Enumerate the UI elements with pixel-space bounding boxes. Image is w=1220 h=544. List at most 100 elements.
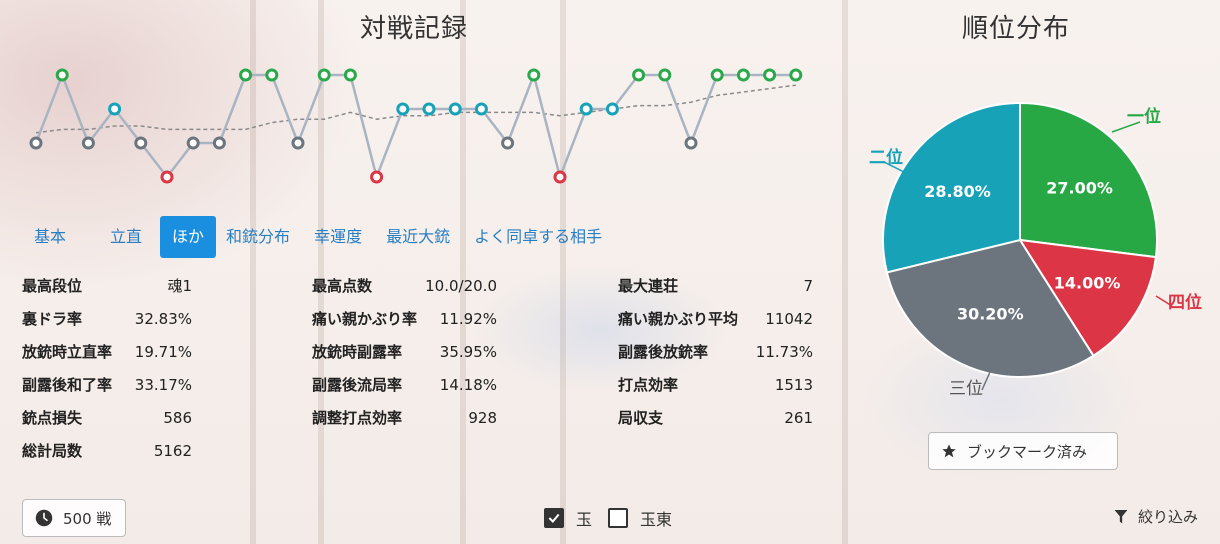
rank-point[interactable]	[186, 136, 200, 150]
pie-category-label: 二位	[869, 147, 903, 168]
rank-point[interactable]	[317, 68, 331, 82]
rank-point[interactable]	[108, 102, 122, 116]
rank-point[interactable]	[212, 136, 226, 150]
rank-point[interactable]	[579, 102, 593, 116]
stat-key: 副露後和了率	[22, 376, 113, 394]
rank-point[interactable]	[55, 68, 69, 82]
rank-point[interactable]	[370, 170, 384, 184]
stat-key: 最大連荘	[618, 277, 679, 295]
pie-value-label: 28.80%	[924, 182, 991, 201]
pie-category-label: 三位	[949, 379, 983, 399]
pie-category-label: 一位	[1127, 106, 1161, 127]
checkbox-gyokuto[interactable]: 玉東	[608, 506, 672, 530]
stat-value: 261	[784, 409, 813, 427]
stats-column-2: 最高点数 10.0/20.0 痛い親かぶり率 11.92% 放銃時副露率 35.95%…	[312, 272, 497, 437]
bookmark-button[interactable]: ブックマーク済み	[928, 432, 1118, 470]
pie-value-label: 14.00%	[1054, 274, 1121, 293]
stat-key: 痛い親かぶり率	[312, 310, 418, 328]
pie-category-label: 四位	[1168, 292, 1202, 313]
stat-value: 14.18%	[439, 376, 497, 394]
stat-key: 最高点数	[312, 277, 373, 295]
filter-label: 絞り込み	[1138, 508, 1199, 526]
bookmark-label: ブックマーク済み	[967, 442, 1088, 461]
stat-row: 痛い親かぶり率 11.92%	[312, 305, 497, 338]
filter-button[interactable]: 絞り込み	[1114, 506, 1198, 527]
stat-row: 最大連荘 7	[618, 272, 813, 305]
stat-value: 7	[803, 277, 813, 295]
checkbox-label: 玉東	[640, 510, 673, 529]
stat-row: 裏ドラ率 32.83%	[22, 305, 192, 338]
pie-leader-line	[981, 371, 991, 391]
rank-point[interactable]	[632, 68, 646, 82]
stats-column-1: 最高段位 魂1 裏ドラ率 32.83% 放銃時立直率 19.71% 副露後和了率 33.…	[22, 272, 192, 470]
stat-row: 局収支 261	[618, 404, 813, 437]
rank-point[interactable]	[736, 68, 750, 82]
stat-key: 裏ドラ率	[22, 310, 83, 328]
stat-key: 副露後流局率	[312, 376, 403, 394]
stat-row: 放銃時立直率 19.71%	[22, 338, 192, 371]
stat-value: 1513	[774, 376, 813, 394]
rank-point[interactable]	[789, 68, 803, 82]
game-count-button[interactable]: 500 戦	[22, 499, 126, 537]
rank-distribution-pie: 27.00% 一位 14.00% 四位 30.20% 三位 28.80% 二位	[869, 101, 1202, 399]
rank-point[interactable]	[527, 68, 541, 82]
rank-point[interactable]	[710, 68, 724, 82]
stat-row: 痛い親かぶり平均 11042	[618, 305, 813, 338]
record-title: 対戦記録	[360, 14, 469, 44]
tab-riichi[interactable]: 立直	[98, 216, 154, 258]
rank-point[interactable]	[396, 102, 410, 116]
rank-point[interactable]	[684, 136, 698, 150]
rank-point[interactable]	[239, 68, 253, 82]
stat-value: 19.71%	[134, 343, 192, 361]
rank-point[interactable]	[422, 102, 436, 116]
stat-key: 調整打点効率	[312, 409, 403, 427]
stat-value: 35.95%	[439, 343, 497, 361]
stat-value: 11.92%	[439, 310, 497, 328]
stat-key: 副露後放銃率	[618, 343, 709, 361]
rank-point[interactable]	[553, 170, 567, 184]
stat-value: 32.83%	[134, 310, 192, 328]
tab-other[interactable]: ほか	[160, 216, 217, 258]
rank-point[interactable]	[501, 136, 515, 150]
stat-key: 痛い親かぶり平均	[618, 310, 739, 328]
stat-row: 最高点数 10.0/20.0	[312, 272, 497, 305]
stat-key: 銃点損失	[22, 409, 83, 427]
tab-luck[interactable]: 幸運度	[302, 216, 374, 258]
rank-point[interactable]	[448, 102, 462, 116]
rank-point[interactable]	[265, 68, 279, 82]
stat-key: 総計局数	[22, 442, 83, 460]
stat-value: 928	[468, 409, 497, 427]
rank-point[interactable]	[343, 68, 357, 82]
stat-row: 副露後和了率 33.17%	[22, 371, 192, 404]
checkbox-unchecked[interactable]	[608, 508, 628, 528]
filter-icon	[1114, 509, 1128, 523]
tab-win-deal-distribution[interactable]: 和銃分布	[214, 216, 302, 258]
checkbox-checked[interactable]	[544, 508, 564, 528]
rank-point[interactable]	[81, 136, 95, 150]
stat-row: 銃点損失 586	[22, 404, 192, 437]
rank-point[interactable]	[134, 136, 148, 150]
clock-icon	[35, 509, 53, 527]
checkbox-gyoku[interactable]: 玉	[544, 506, 592, 530]
stat-value: 33.17%	[134, 376, 192, 394]
stat-row: 調整打点効率 928	[312, 404, 497, 437]
rank-point[interactable]	[763, 68, 777, 82]
rank-point[interactable]	[29, 136, 43, 150]
rank-point[interactable]	[291, 136, 305, 150]
rank-point[interactable]	[658, 68, 672, 82]
stat-value: 11.73%	[755, 343, 813, 361]
tab-recent-big-deal-in[interactable]: 最近大銃	[374, 216, 462, 258]
rank-point[interactable]	[605, 102, 619, 116]
stat-row: 副露後流局率 14.18%	[312, 371, 497, 404]
tab-frequent-opponents[interactable]: よく同卓する相手	[462, 216, 614, 258]
rank-point[interactable]	[160, 170, 174, 184]
stat-value: 11042	[765, 310, 813, 328]
stat-key: 放銃時副露率	[312, 343, 403, 361]
tab-basic[interactable]: 基本	[22, 216, 78, 258]
rank-point[interactable]	[474, 102, 488, 116]
rank-history-chart	[29, 68, 803, 184]
checkbox-label: 玉	[576, 510, 593, 529]
pie-value-label: 30.20%	[957, 305, 1024, 324]
distribution-title: 順位分布	[962, 14, 1071, 44]
stat-row: 最高段位 魂1	[22, 272, 192, 305]
